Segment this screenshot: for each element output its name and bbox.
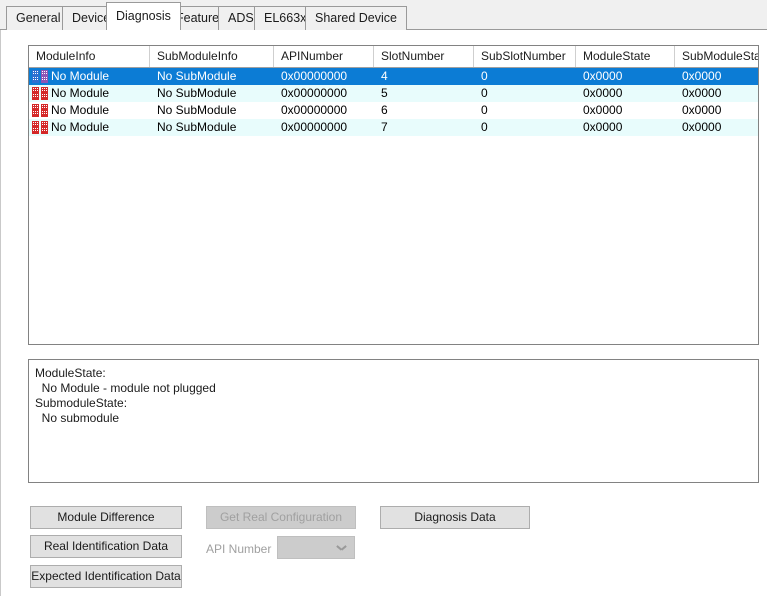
cell-apinumber: 0x00000000 [274,85,374,102]
cell-slotnumber: 7 [374,119,474,136]
cell-submodulestate: 0x0000 [675,85,759,102]
cell-moduleinfo: No Module [29,102,150,119]
cell-slotnumber: 4 [374,68,474,85]
table-row[interactable]: No Module No SubModule 0x00000000 7 0 0x… [29,119,758,136]
cell-subslotnumber: 0 [474,68,576,85]
tab-general[interactable]: General [6,6,70,30]
column-header-modulestate[interactable]: ModuleState [576,46,675,67]
cell-submoduleinfo: No SubModule [150,68,274,85]
cell-moduleinfo: No Module [29,85,150,102]
module-diagnosis-grid[interactable]: ModuleInfo SubModuleInfo APINumber SlotN… [28,45,759,345]
cell-modulestate: 0x0000 [576,102,675,119]
cell-submodulestate: 0x0000 [675,68,759,85]
tab-diagnosis[interactable]: Diagnosis [106,2,181,30]
column-header-moduleinfo[interactable]: ModuleInfo [29,46,150,67]
cell-submodulestate: 0x0000 [675,102,759,119]
cell-moduleinfo: No Module [29,68,150,85]
cell-submoduleinfo: No SubModule [150,119,274,136]
tab-strip: General Device Diagnosis Features ADS EL… [0,0,767,30]
diagnosis-panel: General Device Diagnosis Features ADS EL… [0,0,767,596]
column-header-apinumber[interactable]: APINumber [274,46,374,67]
cell-apinumber: 0x00000000 [274,68,374,85]
get-real-configuration-button[interactable]: Get Real Configuration [206,506,356,529]
column-header-submoduleinfo[interactable]: SubModuleInfo [150,46,274,67]
grid-body: No Module No SubModule 0x00000000 4 0 0x… [29,68,758,136]
api-number-combobox[interactable] [277,536,355,559]
cell-submoduleinfo: No SubModule [150,102,274,119]
column-header-slotnumber[interactable]: SlotNumber [374,46,474,67]
cell-apinumber: 0x00000000 [274,102,374,119]
cell-submoduleinfo: No SubModule [150,85,274,102]
table-row[interactable]: No Module No SubModule 0x00000000 5 0 0x… [29,85,758,102]
state-details-textbox[interactable]: ModuleState: No Module - module not plug… [28,359,759,483]
cell-slotnumber: 6 [374,102,474,119]
diagnosis-data-button[interactable]: Diagnosis Data [380,506,530,529]
cell-slotnumber: 5 [374,85,474,102]
cell-modulestate: 0x0000 [576,85,675,102]
cell-modulestate: 0x0000 [576,68,675,85]
api-number-label: API Number [206,542,271,557]
column-header-submodulestate[interactable]: SubModuleState [675,46,759,67]
cell-subslotnumber: 0 [474,85,576,102]
real-identification-data-button[interactable]: Real Identification Data [30,535,182,558]
table-row[interactable]: No Module No SubModule 0x00000000 6 0 0x… [29,102,758,119]
cell-submodulestate: 0x0000 [675,119,759,136]
column-header-subslotnumber[interactable]: SubSlotNumber [474,46,576,67]
grid-header-row: ModuleInfo SubModuleInfo APINumber SlotN… [29,46,758,68]
cell-subslotnumber: 0 [474,119,576,136]
chevron-down-icon [337,545,346,550]
cell-moduleinfo: No Module [29,119,150,136]
table-row[interactable]: No Module No SubModule 0x00000000 4 0 0x… [29,68,758,85]
cell-subslotnumber: 0 [474,102,576,119]
cell-modulestate: 0x0000 [576,119,675,136]
cell-apinumber: 0x00000000 [274,119,374,136]
expected-identification-data-button[interactable]: Expected Identification Data [30,565,182,588]
module-difference-button[interactable]: Module Difference [30,506,182,529]
tab-shared-device[interactable]: Shared Device [305,6,407,30]
